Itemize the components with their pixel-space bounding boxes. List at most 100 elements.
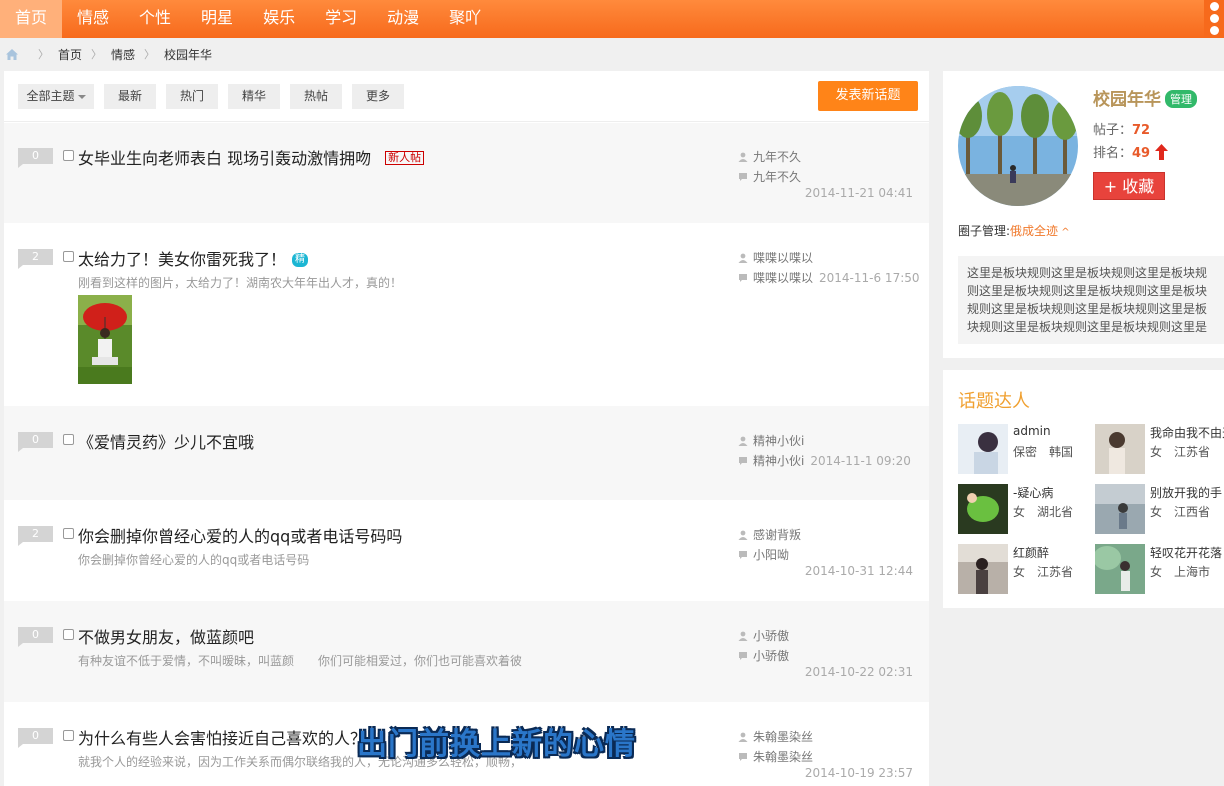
manager-label: 圈子管理: — [958, 224, 1011, 238]
expert-item[interactable]: 红颜醉 女 江苏省 — [958, 544, 1098, 596]
expert-name: admin — [1013, 424, 1051, 438]
topic-thumbnail[interactable] — [78, 295, 132, 384]
topic-date: 2014-10-19 23:57 — [804, 766, 913, 780]
filter-all-dropdown[interactable]: 全部主题 — [18, 84, 94, 109]
topic-author[interactable]: 朱翰墨染丝 — [738, 728, 813, 745]
topic-last-reply[interactable]: 喋喋以喋以 2014-11-6 17:50 — [738, 269, 920, 286]
expert-name: 轻叹花开花落 — [1150, 546, 1223, 560]
topic-date: 2014-11-21 04:41 — [804, 186, 913, 200]
topic-author[interactable]: 小骄傲 — [738, 627, 789, 644]
reply-count: 0 — [18, 432, 53, 452]
filter-hot-button[interactable]: 热门 — [166, 84, 218, 109]
reply-count: 0 — [18, 627, 53, 647]
nav-item-home[interactable]: 首页 — [0, 0, 63, 38]
expert-info: 保密 韩国 — [1013, 443, 1073, 460]
expert-item[interactable]: -疑心病 女 湖北省 — [958, 484, 1098, 536]
expert-gender: 女 — [1150, 565, 1163, 579]
expert-region: 韩国 — [1049, 445, 1074, 459]
home-icon[interactable] — [5, 48, 19, 61]
user-icon — [738, 530, 748, 540]
breadcrumb-separator: 〉 — [144, 48, 156, 61]
breadcrumb-separator: 〉 — [91, 48, 103, 61]
topic-checkbox[interactable] — [63, 528, 74, 539]
expert-item[interactable]: admin 保密 韩国 — [958, 424, 1098, 476]
topic-checkbox[interactable] — [63, 629, 74, 640]
topic-excerpt: 有种友谊不低于爱情，不叫暧昧，叫蓝颜 你们可能相爱过，你们也可能喜欢着彼 — [78, 654, 523, 668]
expert-item[interactable]: 别放开我的手 女 江西省 — [1095, 484, 1224, 536]
comment-icon — [739, 753, 747, 761]
expert-name: 我命由我不由天 — [1150, 426, 1224, 440]
filter-latest-button[interactable]: 最新 — [104, 84, 156, 109]
nav-item-entertainment[interactable]: 娱乐 — [248, 0, 310, 38]
topic-checkbox[interactable] — [63, 730, 74, 741]
favorite-button[interactable]: + 收藏 — [1093, 172, 1165, 200]
topic-row: 0 不做男女朋友，做蓝颜吧 有种友谊不低于爱情，不叫暧昧，叫蓝颜 你们可能相爱过… — [4, 601, 929, 702]
expert-gender: 女 — [1150, 445, 1163, 459]
expert-gender: 保密 — [1013, 445, 1038, 459]
expert-info: 女 上海市 — [1150, 563, 1210, 580]
topic-title[interactable]: 不做男女朋友，做蓝颜吧 — [78, 624, 254, 648]
expert-item[interactable]: 轻叹花开花落 女 上海市 — [1095, 544, 1224, 596]
breadcrumb-emotion[interactable]: 情感 — [111, 46, 135, 63]
forum-posts-stat: 帖子：72 — [1093, 119, 1150, 138]
expert-info: 女 湖北省 — [1013, 503, 1073, 520]
breadcrumb-home[interactable]: 首页 — [58, 46, 82, 63]
manager-link[interactable]: 俄成全迹 — [1010, 224, 1058, 238]
topic-author[interactable]: 九年不久 — [738, 148, 801, 165]
expert-item[interactable]: 我命由我不由天 女 江苏省 — [1095, 424, 1224, 476]
topic-last-reply[interactable]: 精神小伙i 2014-11-1 09:20 — [738, 452, 911, 469]
topic-checkbox[interactable] — [63, 150, 74, 161]
topic-last-reply-name: 小阳呦 — [753, 548, 790, 562]
more-menu-icon[interactable] — [1204, 0, 1224, 38]
expert-gender: 女 — [1013, 565, 1026, 579]
reply-count: 2 — [18, 249, 53, 269]
nav-item-gather[interactable]: 聚吖 — [434, 0, 496, 38]
user-icon — [738, 152, 748, 162]
topic-date: 2014-10-31 12:44 — [804, 564, 913, 578]
topic-last-reply[interactable]: 小阳呦 — [738, 546, 789, 563]
expert-gender: 女 — [1013, 505, 1026, 519]
topic-date: 2014-11-6 17:50 — [819, 271, 920, 285]
topic-last-reply-name: 九年不久 — [753, 170, 802, 184]
topic-author-name: 感谢背叛 — [753, 528, 802, 542]
nav-item-personality[interactable]: 个性 — [124, 0, 186, 38]
topic-list-panel: 全部主题 最新 热门 精华 热帖 更多 发表新话题 0 女毕业生向老师表白 现场… — [4, 71, 929, 786]
topic-author[interactable]: 精神小伙i — [738, 432, 804, 449]
topic-author-name: 朱翰墨染丝 — [753, 730, 814, 744]
filter-best-button[interactable]: 精华 — [228, 84, 280, 109]
comment-icon — [739, 457, 747, 465]
new-topic-button[interactable]: 发表新话题 — [818, 81, 918, 111]
topic-row: 2 你会删掉你曾经心爱的人的qq或者电话号码吗 你会删掉你曾经心爱的人的qq或者… — [4, 500, 929, 601]
expert-name: 红颜醉 — [1013, 546, 1050, 560]
topic-last-reply[interactable]: 小骄傲 — [738, 647, 789, 664]
comment-icon — [739, 173, 747, 181]
rank-value: 49 — [1132, 146, 1151, 161]
nav-item-study[interactable]: 学习 — [310, 0, 372, 38]
nav-item-anime[interactable]: 动漫 — [372, 0, 434, 38]
filter-all-label: 全部主题 — [26, 89, 75, 103]
topic-title[interactable]: 太给力了！美女你雷死我了！ 精 — [78, 246, 309, 270]
topic-title[interactable]: 为什么有些人会害怕接近自己喜欢的人？ — [78, 725, 366, 749]
topic-checkbox[interactable] — [63, 434, 74, 445]
filter-more-button[interactable]: 更多 — [352, 84, 404, 109]
topic-last-reply[interactable]: 朱翰墨染丝 — [738, 748, 813, 765]
forum-info-panel: 校园年华 管理 帖子：72 排名：49 + 收藏 圈子管理:俄成全迹 ^ 这里是板… — [943, 71, 1224, 358]
rank-up-arrow-icon — [1155, 144, 1169, 160]
expert-avatar — [958, 484, 1008, 534]
topic-author-name: 精神小伙i — [753, 434, 805, 448]
topic-title[interactable]: 你会删掉你曾经心爱的人的qq或者电话号码吗 — [78, 523, 402, 547]
nav-item-emotion[interactable]: 情感 — [62, 0, 124, 38]
expert-info: 女 江苏省 — [1013, 563, 1073, 580]
breadcrumb-separator: 〉 — [38, 48, 49, 61]
nav-item-stars[interactable]: 明星 — [186, 0, 248, 38]
topic-checkbox[interactable] — [63, 251, 74, 262]
topic-title[interactable]: 《爱情灵药》少儿不宜哦 — [78, 429, 254, 453]
comment-icon — [739, 551, 747, 559]
filter-hot-posts-button[interactable]: 热帖 — [290, 84, 342, 109]
topic-title[interactable]: 女毕业生向老师表白 现场引轰动激情拥吻 新人帖 — [78, 145, 425, 169]
expert-avatar — [958, 544, 1008, 594]
topic-author[interactable]: 喋喋以喋以 — [738, 249, 813, 266]
topic-last-reply[interactable]: 九年不久 — [738, 168, 801, 185]
expert-region: 江西省 — [1174, 505, 1211, 519]
topic-author[interactable]: 感谢背叛 — [738, 526, 801, 543]
